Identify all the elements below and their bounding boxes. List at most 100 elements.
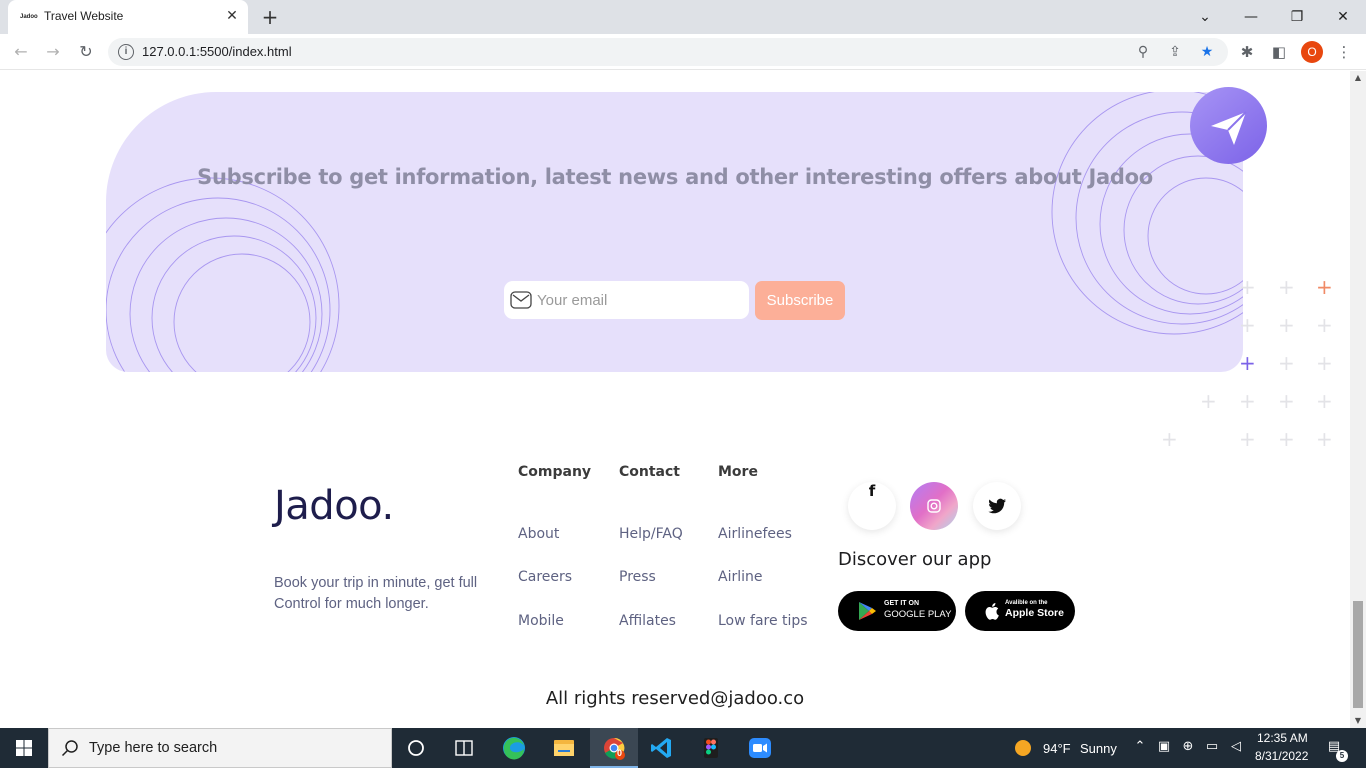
footer-tagline: Book your trip in minute, get full Contr… (274, 575, 478, 612)
plus-icon: + (1239, 389, 1256, 413)
network-globe-icon[interactable]: ⊕ (1179, 738, 1197, 756)
twitter-icon (988, 498, 1006, 514)
clock-time[interactable]: 12:35 AM (1257, 731, 1308, 745)
chrome-profile-badge: 0 (617, 748, 623, 758)
plus-icon: + (1278, 351, 1295, 375)
figma-icon (704, 738, 718, 758)
chrome-app[interactable]: 0 (590, 728, 638, 768)
share-icon[interactable]: ⇪ (1166, 43, 1184, 61)
google-play-big-text: GOOGLE PLAY (884, 609, 952, 620)
footer-link-press[interactable]: Press (619, 569, 656, 585)
browser-tab[interactable]: Jadoo Travel Website ✕ (8, 0, 248, 34)
google-play-button[interactable]: GET IT ON GOOGLE PLAY (838, 591, 956, 631)
menu-kebab-icon[interactable]: ⋮ (1334, 42, 1354, 62)
edge-icon (503, 737, 525, 760)
zoom-app[interactable] (736, 728, 784, 768)
twitter-button[interactable] (973, 482, 1021, 530)
app-store-small-text: Avalible on the (1005, 600, 1048, 606)
tab-search-chevron-icon[interactable]: ⌄ (1191, 3, 1219, 31)
folder-icon (554, 740, 574, 756)
new-tab-button[interactable]: + (258, 5, 282, 29)
facebook-button[interactable]: f (848, 482, 896, 530)
plus-icon: + (1278, 427, 1295, 451)
meet-now-icon[interactable]: ▣ (1155, 738, 1173, 756)
side-panel-icon[interactable]: ◧ (1269, 42, 1289, 62)
footer-column-contact: Contact Help/FAQ Press Affilates (619, 464, 683, 629)
figma-app[interactable] (687, 728, 735, 768)
plus-icon: + (1316, 389, 1333, 413)
apple-icon (985, 603, 999, 620)
mail-icon (510, 291, 532, 309)
instagram-icon (927, 499, 941, 513)
notification-count-badge: 5 (1336, 750, 1348, 762)
clock-date[interactable]: 8/31/2022 (1255, 749, 1308, 763)
close-window-button[interactable]: ✕ (1329, 3, 1357, 31)
footer-link-airlinefees[interactable]: Airlinefees (718, 526, 792, 542)
address-bar[interactable]: i 127.0.0.1:5500/index.html ⚲ ⇪ ★ (108, 38, 1228, 66)
battery-icon[interactable]: ▭ (1203, 738, 1221, 756)
send-badge (1190, 87, 1267, 164)
tab-title: Travel Website (44, 9, 124, 23)
instagram-button[interactable] (910, 482, 958, 530)
plus-pattern-decoration: + + + + + + + + + + + + + + + + + (1150, 276, 1350, 456)
google-play-icon (859, 602, 876, 620)
tab-close-icon[interactable]: ✕ (224, 8, 240, 24)
browser-toolbar: ← → ↻ i 127.0.0.1:5500/index.html ⚲ ⇪ ★ … (0, 34, 1366, 70)
plus-icon: + (1161, 427, 1178, 451)
tray-chevron-up-icon[interactable]: ⌃ (1131, 738, 1149, 756)
task-view-icon (455, 740, 473, 756)
plus-icon: + (1239, 351, 1256, 375)
zoom-icon[interactable]: ⚲ (1134, 43, 1152, 61)
weather-temperature[interactable]: 94°F (1043, 741, 1071, 756)
scroll-up-arrow-icon[interactable]: ▲ (1350, 71, 1366, 85)
edge-app[interactable] (490, 728, 538, 768)
plus-icon: + (1316, 351, 1333, 375)
url-text[interactable]: 127.0.0.1:5500/index.html (142, 44, 292, 59)
weather-sun-icon[interactable] (1014, 739, 1032, 757)
google-play-small-text: GET IT ON (884, 600, 919, 607)
discover-app-heading: Discover our app (838, 549, 992, 570)
vscode-app[interactable] (638, 728, 686, 768)
taskbar-search-box[interactable]: Type here to search (48, 728, 392, 768)
footer-link-help-faq[interactable]: Help/FAQ (619, 526, 683, 542)
reload-button[interactable]: ↻ (73, 39, 99, 65)
browser-tab-bar: Jadoo Travel Website ✕ + ⌄ — ❐ ✕ (0, 0, 1366, 34)
start-button[interactable] (0, 728, 48, 768)
column-heading: More (718, 464, 758, 480)
site-info-icon[interactable]: i (118, 44, 134, 60)
footer-brand-logo[interactable]: Jadoo. (274, 483, 394, 529)
cortana-button[interactable] (392, 728, 440, 768)
subscribe-card (106, 92, 1243, 372)
footer-link-affiliates[interactable]: Affilates (619, 613, 676, 629)
email-input[interactable] (537, 287, 742, 313)
profile-avatar[interactable]: O (1301, 41, 1323, 63)
windows-logo-icon (16, 740, 32, 756)
app-store-big-text: Apple Store (1005, 607, 1064, 619)
file-explorer-app[interactable] (540, 728, 588, 768)
page-scrollbar[interactable]: ▲ ▼ (1350, 71, 1366, 728)
forward-button[interactable]: → (40, 39, 66, 65)
volume-icon[interactable]: ◁ (1227, 738, 1245, 756)
bookmark-star-icon[interactable]: ★ (1198, 43, 1216, 61)
footer-link-careers[interactable]: Careers (518, 569, 572, 585)
scroll-down-arrow-icon[interactable]: ▼ (1350, 714, 1366, 728)
weather-description[interactable]: Sunny (1080, 741, 1117, 756)
column-heading: Contact (619, 464, 680, 480)
footer-link-low-fare-tips[interactable]: Low fare tips (718, 613, 808, 629)
scrollbar-thumb[interactable] (1353, 601, 1363, 708)
extensions-icon[interactable]: ✱ (1237, 42, 1257, 62)
app-store-button[interactable]: Avalible on the Apple Store (965, 591, 1075, 631)
restore-button[interactable]: ❐ (1283, 3, 1311, 31)
windows-taskbar: Type here to search 0 94°F Sunny ⌃ ▣ ⊕ ▭… (0, 728, 1366, 768)
site-favicon-icon: Jadoo (20, 14, 38, 20)
paper-plane-icon (1211, 111, 1247, 145)
decorative-arcs (106, 92, 1243, 372)
plus-icon: + (1239, 275, 1256, 299)
footer-link-mobile[interactable]: Mobile (518, 613, 564, 629)
minimize-button[interactable]: — (1237, 3, 1265, 31)
subscribe-button[interactable]: Subscribe (755, 281, 845, 320)
task-view-button[interactable] (440, 728, 488, 768)
back-button[interactable]: ← (8, 39, 34, 65)
footer-link-airline[interactable]: Airline (718, 569, 763, 585)
footer-link-about[interactable]: About (518, 526, 559, 542)
